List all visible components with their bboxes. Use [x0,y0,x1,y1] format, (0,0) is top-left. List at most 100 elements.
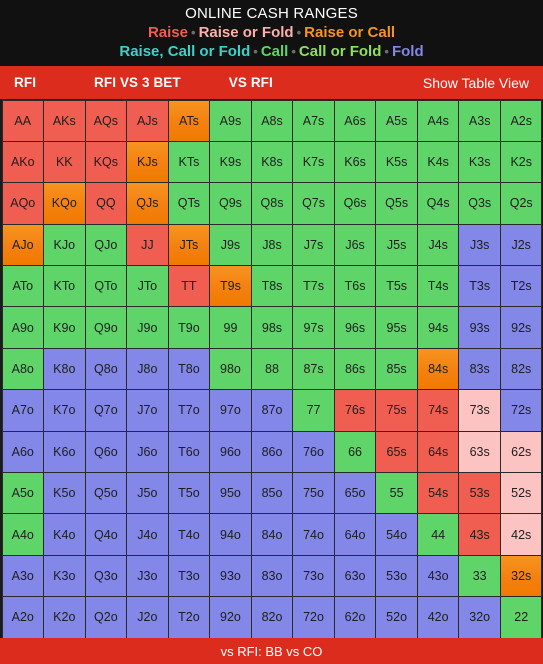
hand-cell-J2o[interactable]: J2o [126,596,169,639]
hand-cell-A2s[interactable]: A2s [499,99,543,142]
tab-vs-rfi[interactable]: VS RFI [229,75,273,90]
hand-cell-22[interactable]: 22 [499,596,543,639]
hand-cell-Q9o[interactable]: Q9o [84,306,128,349]
hand-cell-Q7s[interactable]: Q7s [292,182,335,225]
hand-cell-K8o[interactable]: K8o [43,347,86,391]
hand-cell-T9s[interactable]: T9s [209,265,252,308]
hand-cell-K3s[interactable]: K3s [458,140,501,184]
hand-cell-A3s[interactable]: A3s [458,99,501,142]
hand-cell-TT[interactable]: TT [167,265,211,308]
hand-cell-A8o[interactable]: A8o [1,347,45,391]
hand-cell-96o[interactable]: 96o [209,430,252,473]
hand-cell-J4s[interactable]: J4s [416,223,460,267]
hand-cell-K3o[interactable]: K3o [43,554,86,598]
hand-cell-Q6o[interactable]: Q6o [84,430,128,473]
hand-cell-98s[interactable]: 98s [250,306,294,349]
hand-cell-T4s[interactable]: T4s [416,265,460,308]
hand-cell-54o[interactable]: 54o [375,513,418,556]
hand-cell-82o[interactable]: 82o [250,596,294,639]
hand-cell-QJs[interactable]: QJs [126,182,169,225]
hand-cell-T6o[interactable]: T6o [167,430,211,473]
hand-cell-95s[interactable]: 95s [375,306,418,349]
hand-cell-T8s[interactable]: T8s [250,265,294,308]
hand-cell-J8o[interactable]: J8o [126,347,169,391]
hand-cell-A7s[interactable]: A7s [292,99,335,142]
hand-cell-76s[interactable]: 76s [333,389,377,432]
hand-cell-AKo[interactable]: AKo [1,140,45,184]
hand-cell-AJo[interactable]: AJo [1,223,45,267]
hand-cell-99[interactable]: 99 [209,306,252,349]
hand-cell-62o[interactable]: 62o [333,596,377,639]
hand-cell-32s[interactable]: 32s [499,554,543,598]
hand-cell-KQo[interactable]: KQo [43,182,86,225]
hand-cell-J6o[interactable]: J6o [126,430,169,473]
hand-cell-96s[interactable]: 96s [333,306,377,349]
hand-cell-KJs[interactable]: KJs [126,140,169,184]
hand-cell-J8s[interactable]: J8s [250,223,294,267]
hand-cell-K5o[interactable]: K5o [43,471,86,515]
tab-rfi[interactable]: RFI [14,75,36,90]
hand-cell-92s[interactable]: 92s [499,306,543,349]
hand-cell-63o[interactable]: 63o [333,554,377,598]
hand-cell-33[interactable]: 33 [458,554,501,598]
hand-cell-J5o[interactable]: J5o [126,471,169,515]
hand-cell-82s[interactable]: 82s [499,347,543,391]
hand-cell-K9o[interactable]: K9o [43,306,86,349]
hand-cell-Q2o[interactable]: Q2o [84,596,128,639]
hand-cell-T5o[interactable]: T5o [167,471,211,515]
hand-cell-88[interactable]: 88 [250,347,294,391]
hand-cell-JTo[interactable]: JTo [126,265,169,308]
hand-cell-A5o[interactable]: A5o [1,471,45,515]
hand-cell-95o[interactable]: 95o [209,471,252,515]
hand-cell-K5s[interactable]: K5s [375,140,418,184]
hand-cell-J9s[interactable]: J9s [209,223,252,267]
hand-cell-Q2s[interactable]: Q2s [499,182,543,225]
hand-cell-K4s[interactable]: K4s [416,140,460,184]
hand-cell-JTs[interactable]: JTs [167,223,211,267]
hand-cell-QJo[interactable]: QJo [84,223,128,267]
hand-cell-A2o[interactable]: A2o [1,596,45,639]
hand-cell-A9s[interactable]: A9s [209,99,252,142]
hand-cell-AQo[interactable]: AQo [1,182,45,225]
hand-cell-T5s[interactable]: T5s [375,265,418,308]
hand-cell-62s[interactable]: 62s [499,430,543,473]
hand-cell-T4o[interactable]: T4o [167,513,211,556]
hand-cell-A9o[interactable]: A9o [1,306,45,349]
hand-cell-Q4s[interactable]: Q4s [416,182,460,225]
hand-cell-J5s[interactable]: J5s [375,223,418,267]
hand-cell-43s[interactable]: 43s [458,513,501,556]
hand-cell-85s[interactable]: 85s [375,347,418,391]
show-table-view-button[interactable]: Show Table View [423,75,529,91]
hand-cell-AJs[interactable]: AJs [126,99,169,142]
hand-cell-44[interactable]: 44 [416,513,460,556]
hand-cell-84o[interactable]: 84o [250,513,294,556]
hand-cell-KTo[interactable]: KTo [43,265,86,308]
hand-cell-T9o[interactable]: T9o [167,306,211,349]
hand-cell-53s[interactable]: 53s [458,471,501,515]
hand-cell-73o[interactable]: 73o [292,554,335,598]
hand-cell-63s[interactable]: 63s [458,430,501,473]
hand-cell-J9o[interactable]: J9o [126,306,169,349]
hand-cell-75o[interactable]: 75o [292,471,335,515]
hand-cell-Q5o[interactable]: Q5o [84,471,128,515]
hand-cell-32o[interactable]: 32o [458,596,501,639]
hand-cell-74o[interactable]: 74o [292,513,335,556]
hand-cell-73s[interactable]: 73s [458,389,501,432]
hand-cell-J3o[interactable]: J3o [126,554,169,598]
hand-cell-A6s[interactable]: A6s [333,99,377,142]
hand-cell-ATo[interactable]: ATo [1,265,45,308]
hand-cell-64s[interactable]: 64s [416,430,460,473]
hand-cell-Q8o[interactable]: Q8o [84,347,128,391]
hand-cell-87o[interactable]: 87o [250,389,294,432]
hand-cell-KTs[interactable]: KTs [167,140,211,184]
hand-cell-QQ[interactable]: QQ [84,182,128,225]
hand-cell-94s[interactable]: 94s [416,306,460,349]
hand-cell-97s[interactable]: 97s [292,306,335,349]
hand-cell-94o[interactable]: 94o [209,513,252,556]
hand-cell-Q6s[interactable]: Q6s [333,182,377,225]
hand-cell-KQs[interactable]: KQs [84,140,128,184]
hand-cell-T8o[interactable]: T8o [167,347,211,391]
hand-cell-A3o[interactable]: A3o [1,554,45,598]
hand-cell-85o[interactable]: 85o [250,471,294,515]
hand-cell-86o[interactable]: 86o [250,430,294,473]
